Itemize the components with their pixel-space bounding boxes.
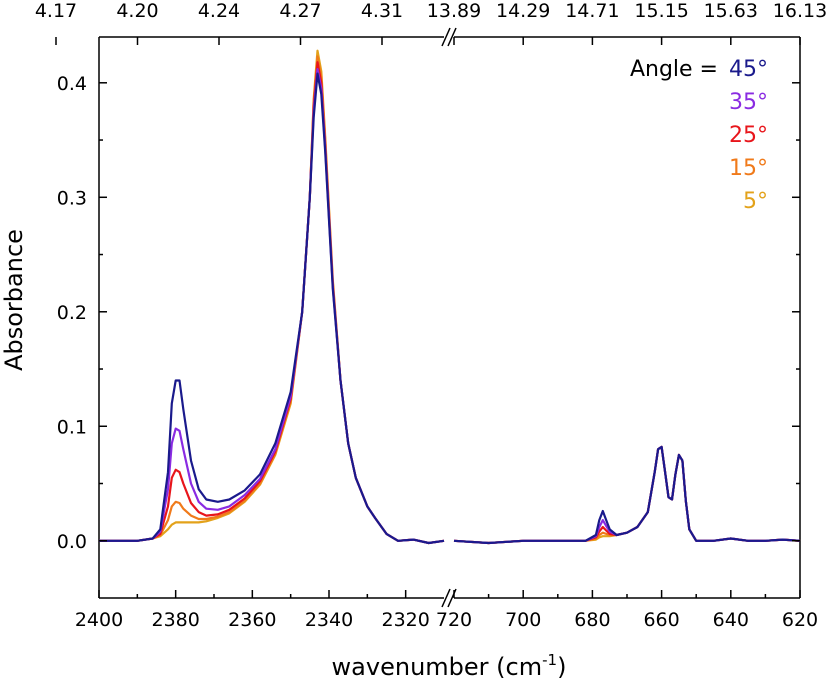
legend-entry-25: 25° <box>729 123 768 148</box>
y-tick-label: 0.1 <box>57 416 87 438</box>
series-line-5deg-left <box>99 49 445 545</box>
x-tick-label: 2320 <box>381 609 429 631</box>
y-tick-label: 0.3 <box>57 187 87 209</box>
series-line-15deg-right <box>453 445 801 545</box>
series-layer <box>99 49 801 545</box>
top-tick-label: 4.17 <box>35 0 77 22</box>
x-tick-label: 2380 <box>151 609 199 631</box>
plot-frame <box>98 27 801 608</box>
series-line-45deg-left <box>99 72 445 545</box>
top-tick-label: 13.89 <box>427 0 481 22</box>
x-tick-label: 700 <box>505 609 541 631</box>
top-tick-label: 15.63 <box>704 0 758 22</box>
legend-entry-15: 15° <box>729 156 768 181</box>
y-tick-label: 0.0 <box>57 531 87 553</box>
top-tick-label: 15.15 <box>634 0 688 22</box>
series-line-35deg-right <box>453 445 801 545</box>
y-tick-label: 0.4 <box>57 73 87 95</box>
x-axis-title-sup: -1 <box>542 651 557 669</box>
series-line-15deg-left <box>99 55 445 545</box>
top-tick-label: 16.13 <box>773 0 827 22</box>
x-tick-label: 2400 <box>75 609 123 631</box>
y-tick-label: 0.2 <box>57 302 87 324</box>
x-axis-title-main: wavenumber (cm <box>332 653 543 681</box>
top-tick-label: 4.20 <box>116 0 158 22</box>
legend-entry-45: 45° <box>729 57 768 82</box>
legend-entry-5: 5° <box>743 189 768 214</box>
absorbance-chart: 2400 2380 2360 2340 2320 720 700 680 660 640 620 4.… <box>0 0 827 681</box>
series-line-25deg-left <box>99 61 445 545</box>
x-tick-label: 640 <box>713 609 749 631</box>
x-tick-label: 620 <box>782 609 818 631</box>
x-tick-label: 680 <box>574 609 610 631</box>
legend-prefix: Angle = <box>630 57 718 82</box>
series-line-35deg-left <box>99 68 445 545</box>
x-tick-label: 2340 <box>305 609 353 631</box>
x-tick-label: 2360 <box>228 609 276 631</box>
series-line-25deg-right <box>453 445 801 545</box>
x-axis-title-end: ) <box>557 653 566 681</box>
top-tick-label: 4.31 <box>361 0 403 22</box>
y-axis-title: Absorbance <box>0 229 28 371</box>
top-tick-label: 14.71 <box>565 0 619 22</box>
top-tick-label: 4.27 <box>279 0 321 22</box>
legend-entry-35: 35° <box>729 90 768 115</box>
series-line-45deg-right <box>453 445 801 545</box>
top-tick-label: 4.24 <box>198 0 240 22</box>
top-tick-label: 14.29 <box>496 0 550 22</box>
x-tick-label: 720 <box>436 609 472 631</box>
legend: Angle = 45° 35° 25° 15° 5° <box>630 57 768 214</box>
x-axis-title: wavenumber (cm-1) <box>332 651 567 681</box>
x-tick-label: 660 <box>643 609 679 631</box>
series-line-5deg-right <box>453 445 801 545</box>
